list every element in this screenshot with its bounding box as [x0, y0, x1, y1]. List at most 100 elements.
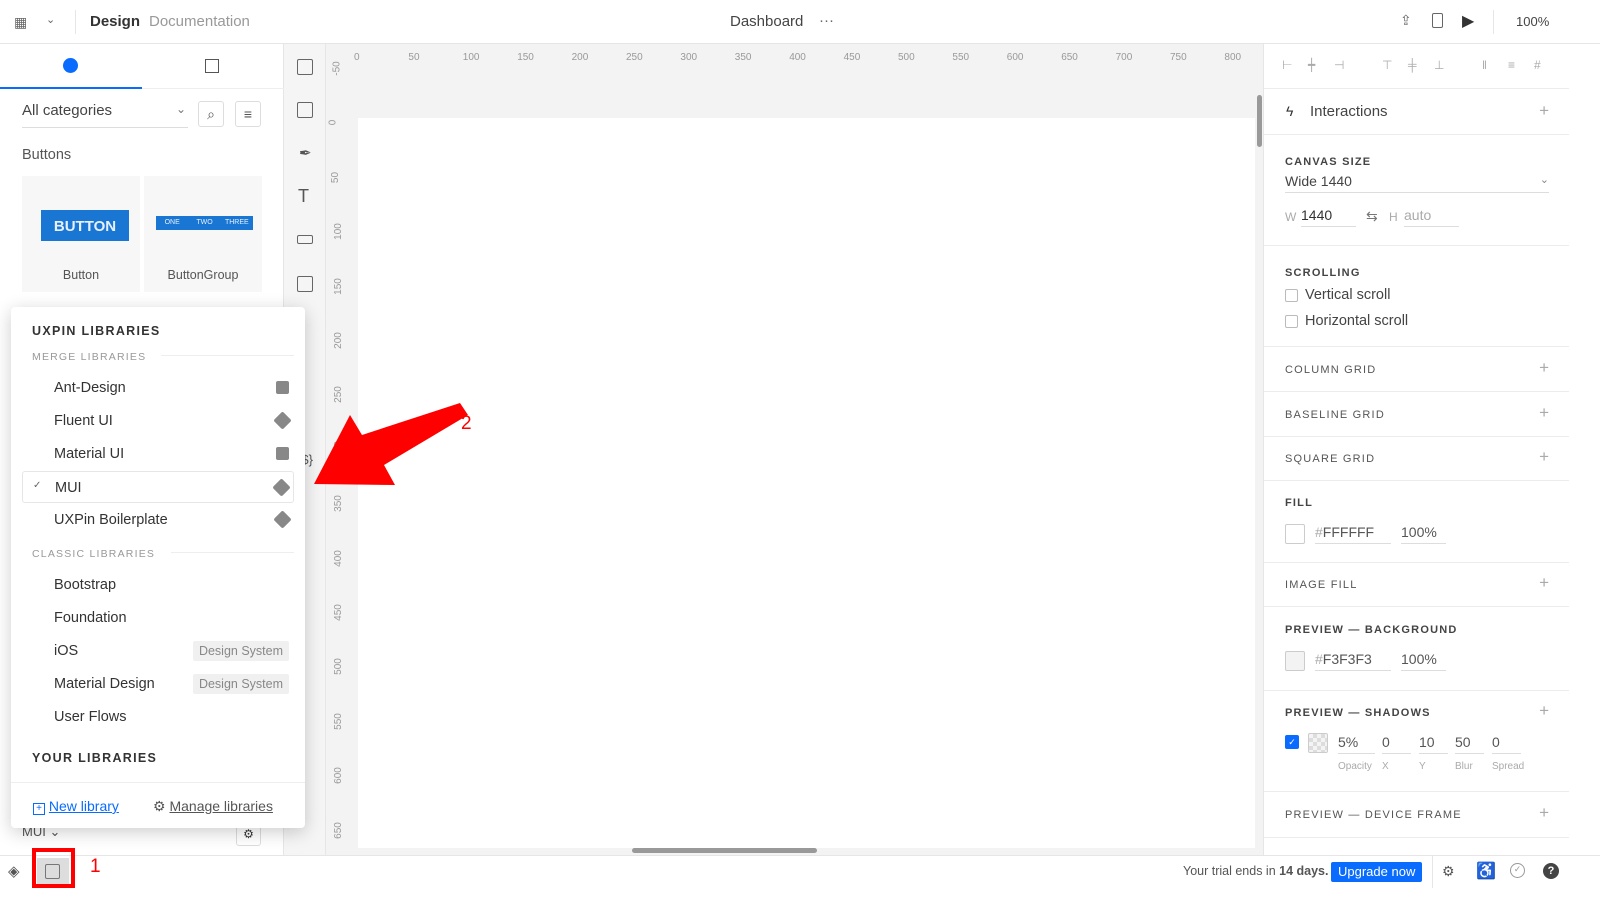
grid-icon[interactable]: #	[1534, 58, 1541, 72]
help-icon[interactable]: ?	[1543, 863, 1559, 879]
align-middle-icon[interactable]: ╪	[1408, 58, 1417, 72]
storybook-s-icon	[276, 447, 289, 460]
distribute-vertical-icon[interactable]: ≡	[1508, 58, 1515, 72]
add-interaction-icon[interactable]: +	[1539, 101, 1549, 121]
ruler-tick-label: 250	[626, 52, 643, 63]
zoom-level[interactable]: 100%	[1516, 14, 1549, 29]
width-input[interactable]: 1440	[1301, 207, 1356, 227]
plus-icon[interactable]: +	[1539, 447, 1549, 467]
layers-icon[interactable]: ◈	[8, 862, 20, 880]
align-center-icon[interactable]: ┿	[1308, 58, 1315, 72]
interactions-section[interactable]: ϟ Interactions +	[1264, 89, 1569, 135]
horizontal-ruler: 0 50 100 150 200 250 300 350 400 450 500 550 600 650 7…	[352, 44, 1257, 70]
shadow-enabled-checkbox[interactable]: ✓	[1285, 735, 1299, 749]
ruler-tick-label: 650	[332, 821, 344, 839]
plus-icon[interactable]: +	[1539, 701, 1549, 721]
plus-icon[interactable]: +	[1539, 358, 1549, 378]
apps-grid-icon[interactable]: ▦	[14, 14, 27, 31]
fill-color-input[interactable]: #FFFFFF	[1315, 524, 1391, 544]
input-tool-icon[interactable]	[297, 235, 313, 244]
fill-color-swatch[interactable]	[1285, 524, 1305, 544]
classic-library-item[interactable]: iOS Design System	[22, 635, 294, 667]
check-icon: ✓	[33, 480, 42, 491]
column-grid-section[interactable]: COLUMN GRID +	[1264, 347, 1569, 392]
play-icon[interactable]: ▶	[1462, 11, 1474, 31]
text-tool-icon[interactable]: T	[298, 186, 309, 207]
search-button[interactable]: ⌕	[198, 101, 224, 127]
plus-icon[interactable]: +	[1539, 803, 1549, 823]
vertical-scroll-checkbox[interactable]	[1285, 289, 1298, 302]
section-heading: Buttons	[22, 147, 72, 163]
align-right-icon[interactable]: ⊣	[1334, 58, 1344, 72]
canvas-preset-select[interactable]: Wide 1440 ⌄	[1285, 173, 1549, 193]
shadow-opacity-input[interactable]: 5%	[1338, 734, 1375, 754]
classic-library-item[interactable]: Material Design Design System	[22, 668, 294, 700]
distribute-horizontal-icon[interactable]: ‖	[1482, 58, 1487, 72]
shadow-spread-input[interactable]: 0	[1492, 734, 1521, 754]
plus-icon[interactable]: +	[1539, 573, 1549, 593]
shadow-color-swatch[interactable]	[1308, 733, 1328, 753]
top-bar: ▦ ⌄ Design Documentation Dashboard ··· ⇪…	[0, 0, 1600, 44]
classic-library-item[interactable]: User Flows	[22, 701, 294, 733]
align-bottom-icon[interactable]: ⊥	[1434, 58, 1444, 72]
ruler-tick-label: 200	[332, 332, 344, 349]
ruler-tick-label: 500	[332, 658, 344, 676]
image-tool-icon[interactable]	[297, 276, 313, 292]
accessibility-icon[interactable]: ♿	[1476, 861, 1496, 881]
upgrade-button[interactable]: Upgrade now	[1331, 862, 1423, 882]
tab-components[interactable]	[142, 44, 284, 89]
swap-icon[interactable]: ⇆	[1366, 208, 1378, 225]
vertical-scrollbar[interactable]	[1257, 95, 1262, 147]
manage-libraries-link[interactable]: ⚙ Manage libraries	[153, 798, 273, 815]
align-left-icon[interactable]: ⊢	[1282, 58, 1292, 72]
pen-tool-icon[interactable]: ✒	[299, 144, 312, 162]
classic-library-item[interactable]: Bootstrap	[22, 569, 294, 601]
canvas[interactable]	[358, 118, 1255, 848]
background-opacity-input[interactable]: 100%	[1401, 651, 1446, 671]
more-options-button[interactable]: ···	[819, 12, 834, 29]
merge-library-item[interactable]: Material UI	[22, 438, 294, 470]
image-fill-section[interactable]: IMAGE FILL +	[1264, 563, 1569, 607]
ruler-tick-label: 550	[332, 712, 344, 730]
preview-settings-icon[interactable]: ⚙	[1442, 863, 1455, 880]
merge-library-item[interactable]: ✓ MUI	[22, 471, 294, 503]
shadow-blur-input[interactable]: 50	[1455, 734, 1484, 754]
component-buttongroup[interactable]: ONE TWO THREE ButtonGroup	[144, 176, 262, 292]
shadow-y-input[interactable]: 10	[1419, 734, 1448, 754]
category-select[interactable]: All categories ⌄	[22, 102, 188, 128]
chevron-down-icon[interactable]: ⌄	[46, 13, 55, 26]
classic-library-item[interactable]: Foundation	[22, 602, 294, 634]
ruler-tick-label: 0	[354, 52, 360, 63]
shadow-x-input[interactable]: 0	[1382, 734, 1411, 754]
text-box-tool-icon[interactable]	[297, 59, 313, 75]
export-icon[interactable]: ⇪	[1400, 12, 1412, 29]
component-icon	[205, 59, 219, 73]
device-preview-icon[interactable]	[1432, 13, 1443, 28]
list-view-button[interactable]: ≡	[235, 101, 261, 127]
device-frame-section[interactable]: PREVIEW — DEVICE FRAME +	[1264, 792, 1569, 838]
tab-documentation[interactable]: Documentation	[149, 13, 250, 30]
square-grid-section[interactable]: SQUARE GRID +	[1264, 437, 1569, 481]
horizontal-scroll-checkbox[interactable]	[1285, 315, 1298, 328]
background-color-swatch[interactable]	[1285, 651, 1305, 671]
page-title[interactable]: Dashboard	[730, 13, 803, 30]
merge-library-item[interactable]: Fluent UI	[22, 405, 294, 437]
height-input[interactable]: auto	[1404, 207, 1459, 227]
fill-opacity-input[interactable]: 100%	[1401, 524, 1446, 544]
check-icon[interactable]: ✓	[1510, 863, 1525, 878]
ruler-tick-label: 300	[332, 440, 344, 458]
component-button[interactable]: BUTTON Button	[22, 176, 140, 292]
horizontal-scrollbar[interactable]	[632, 848, 817, 853]
background-color-input[interactable]: #F3F3F3	[1315, 651, 1391, 671]
new-library-link[interactable]: + New library	[33, 798, 119, 815]
tab-design[interactable]: Design	[90, 13, 140, 30]
merge-library-item[interactable]: UXPin Boilerplate	[22, 504, 294, 536]
baseline-grid-section[interactable]: BASELINE GRID +	[1264, 392, 1569, 437]
ruler-tick-label: 550	[952, 52, 970, 63]
rectangle-tool-icon[interactable]	[297, 102, 313, 118]
merge-library-item[interactable]: Ant-Design	[22, 372, 294, 404]
tab-merge-library[interactable]	[0, 44, 142, 89]
plus-icon[interactable]: +	[1539, 403, 1549, 423]
align-top-icon[interactable]: ⊤	[1382, 58, 1392, 72]
design-system-badge: Design System	[192, 641, 289, 661]
